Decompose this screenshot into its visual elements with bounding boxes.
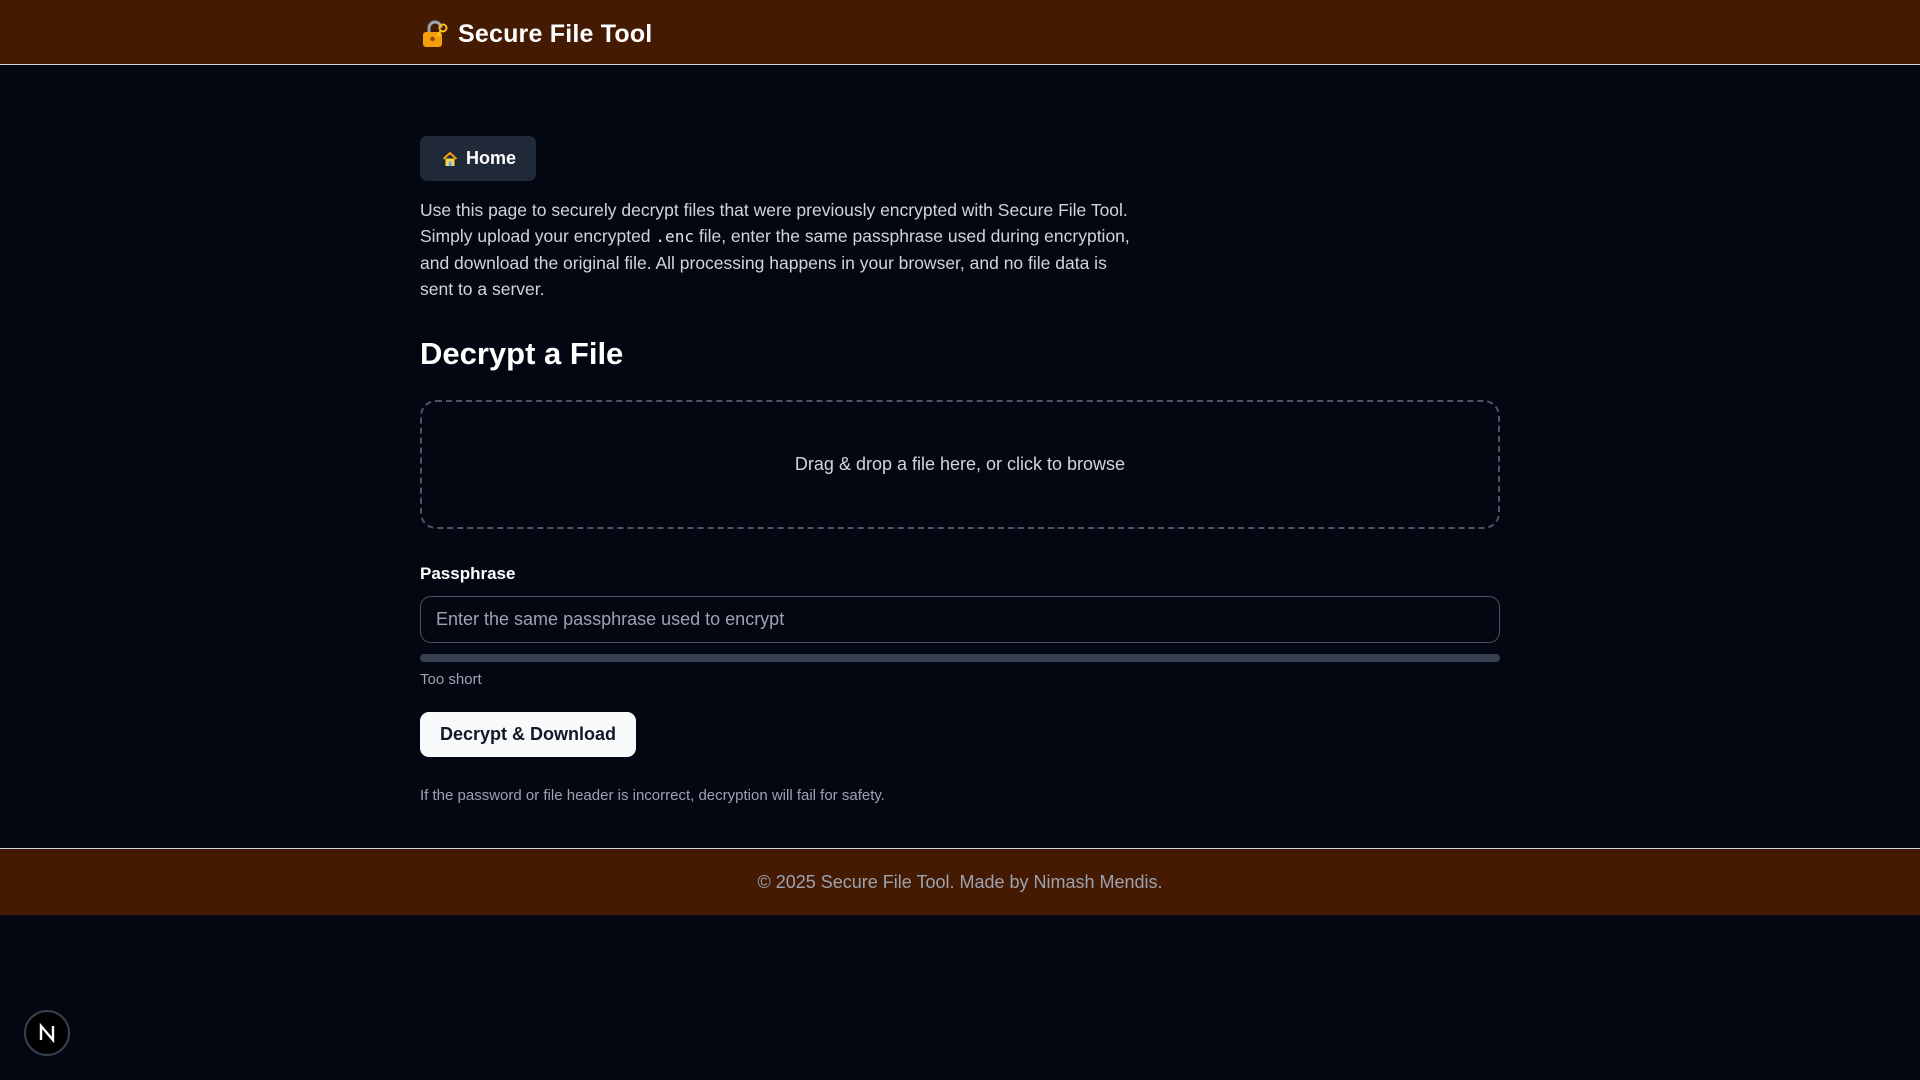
home-button-label: Home xyxy=(466,148,517,168)
dev-tools-badge[interactable] xyxy=(24,1010,70,1056)
intro-text: Use this page to securely decrypt files … xyxy=(420,197,1140,302)
app-footer: © 2025 Secure File Tool. Made by Nimash … xyxy=(0,848,1920,915)
passphrase-input[interactable] xyxy=(420,596,1500,643)
main-content: Home Use this page to securely decrypt f… xyxy=(420,136,1500,804)
brand[interactable]: Secure File Tool xyxy=(420,18,652,50)
app-title: Secure File Tool xyxy=(458,19,653,48)
lock-key-icon xyxy=(423,20,448,47)
strength-meter xyxy=(420,654,1500,662)
file-dropzone[interactable]: Drag & drop a file here, or click to bro… xyxy=(420,400,1500,529)
enc-extension: .enc xyxy=(655,227,694,246)
safety-note: If the password or file header is incorr… xyxy=(420,787,885,804)
decrypt-heading: Decrypt a File xyxy=(420,336,624,371)
n-logo-icon xyxy=(39,1023,55,1043)
dropzone-text: Drag & drop a file here, or click to bro… xyxy=(794,454,1126,474)
footer-text: © 2025 Secure File Tool. Made by Nimash … xyxy=(757,871,1163,892)
passphrase-label: Passphrase xyxy=(420,564,516,583)
house-icon xyxy=(442,151,458,166)
decrypt-download-button[interactable]: Decrypt & Download xyxy=(420,712,637,757)
home-button[interactable]: Home xyxy=(420,136,537,181)
strength-text: Too short xyxy=(420,671,482,688)
app-header: Secure File Tool xyxy=(0,0,1920,65)
page: Secure File Tool Home Use this page to s… xyxy=(0,0,1920,1080)
